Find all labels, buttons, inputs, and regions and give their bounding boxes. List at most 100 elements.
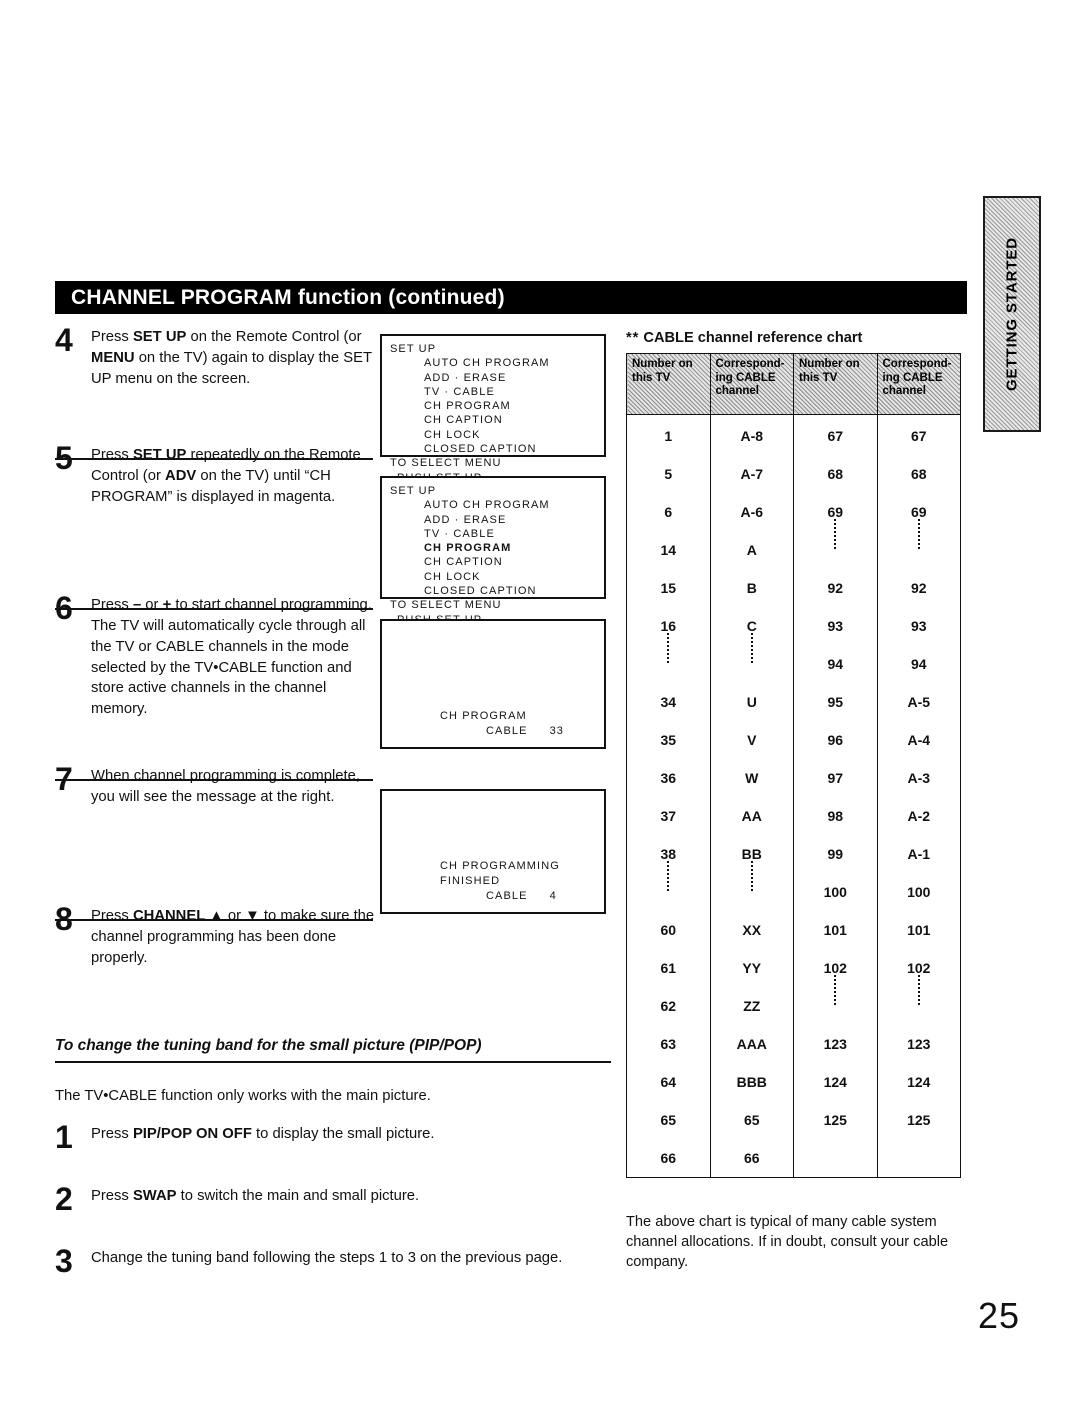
step-4-number: 4 <box>55 322 73 358</box>
step-6-text: Press – or + to start channel programmin… <box>91 597 372 718</box>
cable-cell-cable-channel-right: 94 <box>876 645 961 683</box>
cable-table-body: 1 A-8 67 67 5 A-7 68 68 6 A-6 69 69 14 A 15 B 92 92 16 C 93 9… <box>626 414 961 1178</box>
osd-finished-line2: FINISHED <box>440 875 501 888</box>
cable-cell-cable-channel-right: A-4 <box>876 721 961 759</box>
cable-header-col1: Number on this TV <box>626 353 711 415</box>
table-row: 5 A-7 68 68 <box>626 455 961 493</box>
osd-item-add-erase: ADD · ERASE <box>424 371 507 384</box>
cable-cell-tv-number-left: 14 <box>626 531 711 569</box>
cable-cell-tv-number-right <box>793 987 878 1025</box>
pip-step-2: 2 Press SWAP to switch the main and smal… <box>55 1181 615 1246</box>
cable-cell-tv-number-left: 38 <box>626 835 711 891</box>
cable-cell-tv-number-right: 124 <box>793 1063 878 1101</box>
cable-cell-cable-channel-right: 102 <box>876 949 961 1005</box>
cable-cell-cable-channel-left: XX <box>709 911 794 949</box>
osd-item-ch-caption: CH CAPTION <box>424 414 503 427</box>
cable-cell-tv-number-left: 34 <box>626 683 711 721</box>
section-index-tab: GETTING STARTED <box>983 196 1041 432</box>
cable-cell-tv-number-right: 125 <box>793 1101 878 1139</box>
cable-cell-tv-number-left <box>626 873 711 911</box>
cable-cell-tv-number-right: 92 <box>793 569 878 607</box>
osd-item-auto-ch-program: AUTO CH PROGRAM <box>424 357 550 370</box>
cable-cell-tv-number-left: 36 <box>626 759 711 797</box>
cable-cell-tv-number-right: 123 <box>793 1025 878 1063</box>
tv-screen-ch-program-progress: CH PROGRAM CABLE 33 <box>380 619 606 749</box>
cable-cell-tv-number-left: 60 <box>626 911 711 949</box>
table-row: 100 100 <box>626 873 961 911</box>
cable-cell-tv-number-right: 67 <box>793 414 878 455</box>
cable-cell-cable-channel-left: A-6 <box>709 493 794 531</box>
pip-step-1-number: 1 <box>55 1119 73 1155</box>
step-divider-4 <box>55 919 373 921</box>
cable-cell-tv-number-right: 94 <box>793 645 878 683</box>
step-8: 8 Press CHANNEL ▲ or ▼ to make sure the … <box>55 903 615 994</box>
cable-cell-tv-number-right: 93 <box>793 607 878 645</box>
table-row: 36 W 97 A-3 <box>626 759 961 797</box>
cable-cell-cable-channel-right: 93 <box>876 607 961 645</box>
tv-screen-ch-programming-finished: CH PROGRAMMING FINISHED CABLE 4 <box>380 789 606 914</box>
step-4-text: Press SET UP on the Remote Control (or M… <box>91 329 372 387</box>
cable-cell-cable-channel-left <box>709 873 794 911</box>
pip-steps-list: 1 Press PIP/POP ON OFF to display the sm… <box>55 1119 615 1308</box>
cable-cell-cable-channel-right: 101 <box>876 911 961 949</box>
cable-cell-tv-number-left: 63 <box>626 1025 711 1063</box>
cable-cell-cable-channel-right: A-3 <box>876 759 961 797</box>
osd-progress-text: CH PROGRAM CABLE 33 <box>382 709 604 739</box>
pip-step-3-number: 3 <box>55 1243 73 1279</box>
table-row: 61 YY 102 102 <box>626 949 961 1005</box>
cable-cell-cable-channel-left: BBB <box>709 1063 794 1101</box>
cable-cell-tv-number-left: 64 <box>626 1063 711 1101</box>
cable-cell-tv-number-right: 98 <box>793 797 878 835</box>
cable-chart-note: The above chart is typical of many cable… <box>626 1214 949 1270</box>
osd-footer-select-menu: TO SELECT MENU <box>390 599 502 612</box>
osd-item-ch-lock: CH LOCK <box>424 428 481 441</box>
cable-chart-title: ** CABLE channel reference chart <box>626 330 862 346</box>
cable-cell-cable-channel-left: 66 <box>709 1139 794 1178</box>
osd-finished-band: CABLE <box>486 890 528 903</box>
osd-progress-band: CABLE <box>486 725 528 738</box>
osd-title: SET UP <box>390 485 437 497</box>
section-banner: CHANNEL PROGRAM function (continued) <box>55 281 967 314</box>
cable-cell-tv-number-right: 68 <box>793 455 878 493</box>
table-row: 37 AA 98 A-2 <box>626 797 961 835</box>
step-divider-3 <box>55 779 373 781</box>
cable-header-col4: Correspond- ing CABLE channel <box>876 353 961 415</box>
table-row: 14 A <box>626 531 961 569</box>
cable-cell-tv-number-left: 1 <box>626 414 711 455</box>
cable-cell-tv-number-right: 95 <box>793 683 878 721</box>
cable-cell-cable-channel-left: V <box>709 721 794 759</box>
cable-cell-cable-channel-left: ZZ <box>709 987 794 1025</box>
step-8-text: Press CHANNEL ▲ or ▼ to make sure the ch… <box>91 908 375 966</box>
cable-chart-title-stars: ** <box>626 330 640 346</box>
pip-step-2-number: 2 <box>55 1181 73 1217</box>
pip-step-2-text: Press SWAP to switch the main and small … <box>91 1188 420 1204</box>
cable-cell-tv-number-right: 101 <box>793 911 878 949</box>
cable-cell-cable-channel-left: W <box>709 759 794 797</box>
table-row: 38 BB 99 A-1 <box>626 835 961 891</box>
cable-cell-cable-channel-right <box>876 987 961 1025</box>
cable-cell-cable-channel-right <box>876 1139 961 1178</box>
cable-table-header-row: Number on this TV Correspond- ing CABLE … <box>626 353 961 415</box>
table-row: 15 B 92 92 <box>626 569 961 607</box>
cable-cell-tv-number-right <box>793 531 878 569</box>
cable-cell-tv-number-left: 15 <box>626 569 711 607</box>
cable-cell-tv-number-left: 65 <box>626 1101 711 1139</box>
osd-item-auto-ch-program: AUTO CH PROGRAM <box>424 499 550 512</box>
table-row: 34 U 95 A-5 <box>626 683 961 721</box>
cable-cell-tv-number-right: 102 <box>793 949 878 1005</box>
cable-cell-cable-channel-right: 124 <box>876 1063 961 1101</box>
osd-progress-line1: CH PROGRAM <box>440 710 527 723</box>
table-row: 65 65 125 125 <box>626 1101 961 1139</box>
cable-cell-cable-channel-left: B <box>709 569 794 607</box>
pip-step-3-text: Change the tuning band following the ste… <box>91 1250 563 1266</box>
cable-cell-cable-channel-left: BB <box>709 835 794 891</box>
cable-cell-cable-channel-right: 68 <box>876 455 961 493</box>
table-row: 6 A-6 69 69 <box>626 493 961 549</box>
cable-cell-tv-number-left: 5 <box>626 455 711 493</box>
cable-cell-cable-channel-right: 123 <box>876 1025 961 1063</box>
osd-item-closed-caption: CLOSED CAPTION <box>424 443 537 456</box>
cable-cell-cable-channel-right: A-1 <box>876 835 961 873</box>
pip-section-lead: The TV•CABLE function only works with th… <box>55 1088 431 1104</box>
table-row: 63 AAA 123 123 <box>626 1025 961 1063</box>
tv-screen-setup-menu-step5: SET UP AUTO CH PROGRAM ADD · ERASE TV · … <box>380 476 606 640</box>
